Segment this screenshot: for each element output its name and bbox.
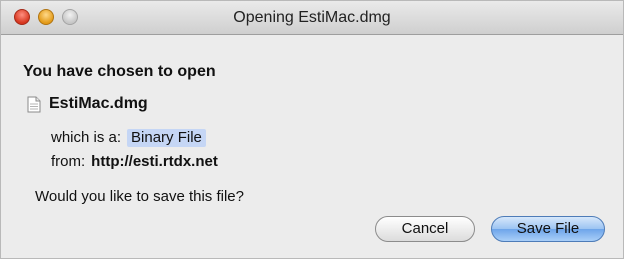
dialog-heading: You have chosen to open [23, 63, 216, 80]
file-type-row: which is a: Binary File [51, 129, 206, 147]
save-file-button[interactable]: Save File [491, 216, 605, 242]
title-bar[interactable]: Opening EstiMac.dmg [1, 1, 623, 35]
download-dialog-window: Opening EstiMac.dmg You have chosen to o… [0, 0, 624, 259]
document-icon [27, 96, 41, 113]
file-source-value: http://esti.rtdx.net [91, 153, 218, 170]
file-row: EstiMac.dmg [27, 95, 148, 113]
file-type-label: which is a: [51, 129, 122, 146]
dialog-content: You have chosen to open EstiMac.dmg whic… [1, 35, 623, 258]
file-type-value: Binary File [127, 129, 206, 147]
cancel-button[interactable]: Cancel [375, 216, 475, 242]
window-title: Opening EstiMac.dmg [233, 9, 391, 26]
file-source-label: from: [51, 153, 86, 170]
save-question: Would you like to save this file? [35, 188, 244, 205]
file-source-row: from: http://esti.rtdx.net [51, 153, 218, 170]
file-name: EstiMac.dmg [49, 95, 148, 112]
